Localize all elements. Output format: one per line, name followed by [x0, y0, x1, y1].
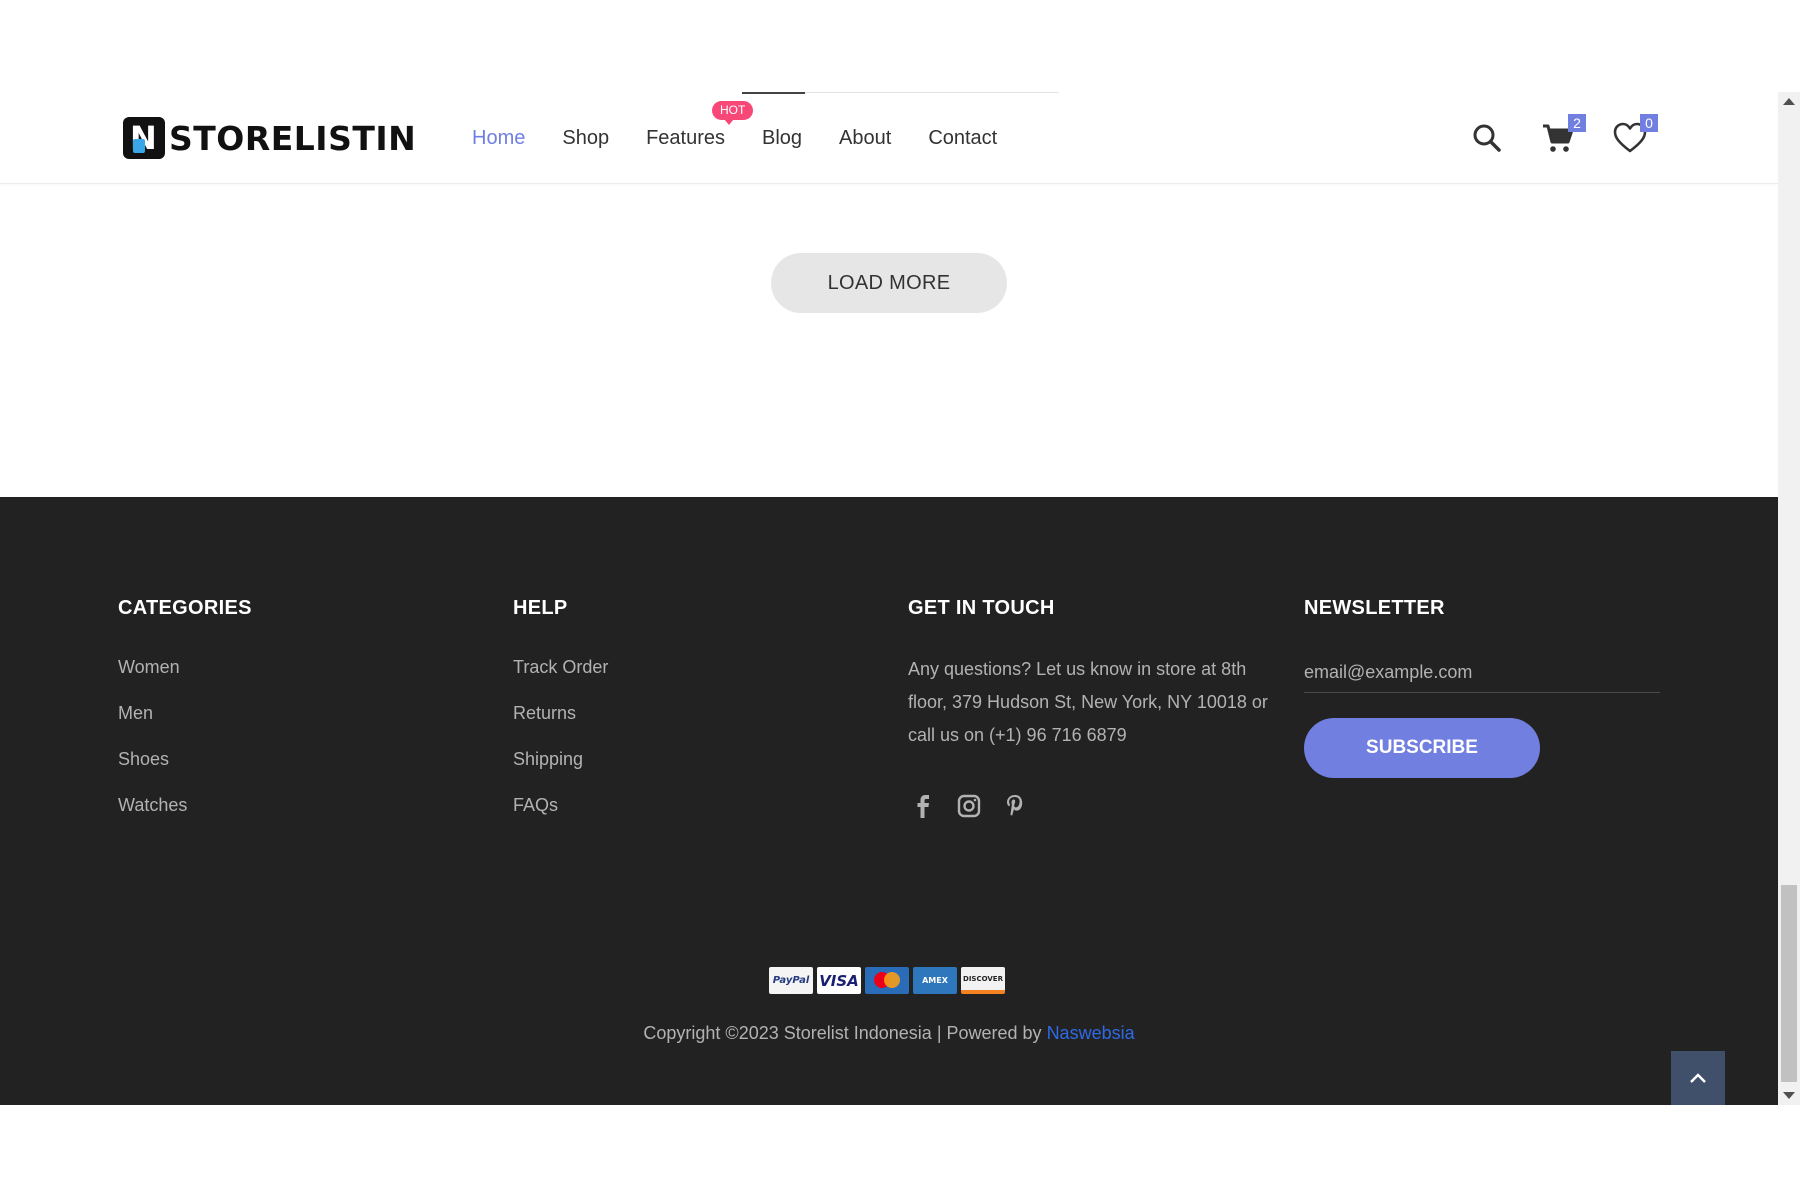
newsletter-email-input[interactable] — [1304, 653, 1660, 693]
page: N STORELISTIN Home Shop Features Blog Ab… — [0, 92, 1778, 1105]
site-logo[interactable]: N STORELISTIN — [123, 117, 416, 159]
nav-item-home[interactable]: Home — [472, 127, 525, 150]
hot-badge: HOT — [712, 101, 754, 125]
nav-item-features[interactable]: Features — [646, 127, 725, 150]
footer-newsletter: NEWSLETTER SUBSCRIBE — [1304, 597, 1660, 778]
main-nav: Home Shop Features Blog About Contact — [472, 92, 1034, 184]
footer-categories: CATEGORIES Women Men Shoes Watches — [118, 597, 252, 837]
help-link-shipping[interactable]: Shipping — [513, 745, 608, 791]
nav-item-shop[interactable]: Shop — [562, 127, 609, 150]
help-link-track-order[interactable]: Track Order — [513, 653, 608, 699]
scrollbar-thumb[interactable] — [1781, 885, 1797, 1082]
mastercard-icon — [865, 967, 909, 994]
chevron-up-icon — [1690, 1073, 1706, 1083]
contact-text: Any questions? Let us know in store at 8… — [908, 659, 1268, 745]
categories-title: CATEGORIES — [118, 597, 252, 619]
payment-methods: PayPal VISA AMEX DISCOVER — [769, 967, 1009, 994]
discover-icon: DISCOVER — [961, 967, 1005, 994]
vertical-scrollbar[interactable] — [1778, 92, 1800, 1105]
logo-mark-icon: N — [123, 117, 165, 159]
nav-item-blog[interactable]: Blog — [762, 127, 802, 150]
wishlist-count-badge: 0 — [1640, 114, 1658, 132]
subscribe-button[interactable]: SUBSCRIBE — [1304, 718, 1540, 778]
copyright: Copyright ©2023 Storelist Indonesia | Po… — [643, 1023, 1135, 1043]
help-link-faqs[interactable]: FAQs — [513, 791, 608, 837]
nav-item-contact[interactable]: Contact — [928, 127, 997, 150]
browser-viewport: N STORELISTIN Home Shop Features Blog Ab… — [0, 92, 1800, 1105]
scroll-down-arrow[interactable] — [1783, 1092, 1795, 1099]
site-footer: CATEGORIES Women Men Shoes Watches HELP … — [0, 497, 1778, 1105]
footer-get-in-touch: GET IN TOUCH Any questions? Let us know … — [908, 597, 1268, 820]
paypal-icon: PayPal — [769, 967, 813, 994]
naswebsia-link[interactable]: Naswebsia — [1047, 1023, 1135, 1043]
instagram-icon[interactable] — [954, 790, 984, 820]
cart-count-badge: 2 — [1568, 114, 1586, 132]
visa-icon: VISA — [817, 967, 861, 994]
site-header: N STORELISTIN Home Shop Features Blog Ab… — [0, 92, 1778, 184]
amex-icon: AMEX — [913, 967, 957, 994]
back-to-top-button[interactable] — [1671, 1051, 1725, 1105]
cart-button[interactable]: 2 — [1540, 114, 1586, 156]
category-link-watches[interactable]: Watches — [118, 791, 252, 837]
footer-help: HELP Track Order Returns Shipping FAQs — [513, 597, 608, 837]
category-link-women[interactable]: Women — [118, 653, 252, 699]
category-link-men[interactable]: Men — [118, 699, 252, 745]
search-icon[interactable] — [1469, 120, 1505, 156]
wishlist-button[interactable]: 0 — [1612, 114, 1658, 156]
load-more-button[interactable]: LOAD MORE — [771, 253, 1007, 313]
get-in-touch-title: GET IN TOUCH — [908, 597, 1055, 619]
social-links — [908, 790, 1268, 820]
logo-text: STORELISTIN — [169, 118, 417, 158]
pinterest-icon[interactable] — [1000, 790, 1030, 820]
nav-item-about[interactable]: About — [839, 127, 891, 150]
scroll-up-arrow[interactable] — [1783, 98, 1795, 105]
category-link-shoes[interactable]: Shoes — [118, 745, 252, 791]
help-link-returns[interactable]: Returns — [513, 699, 608, 745]
facebook-icon[interactable] — [908, 790, 938, 820]
help-title: HELP — [513, 597, 568, 619]
newsletter-title: NEWSLETTER — [1304, 597, 1445, 619]
